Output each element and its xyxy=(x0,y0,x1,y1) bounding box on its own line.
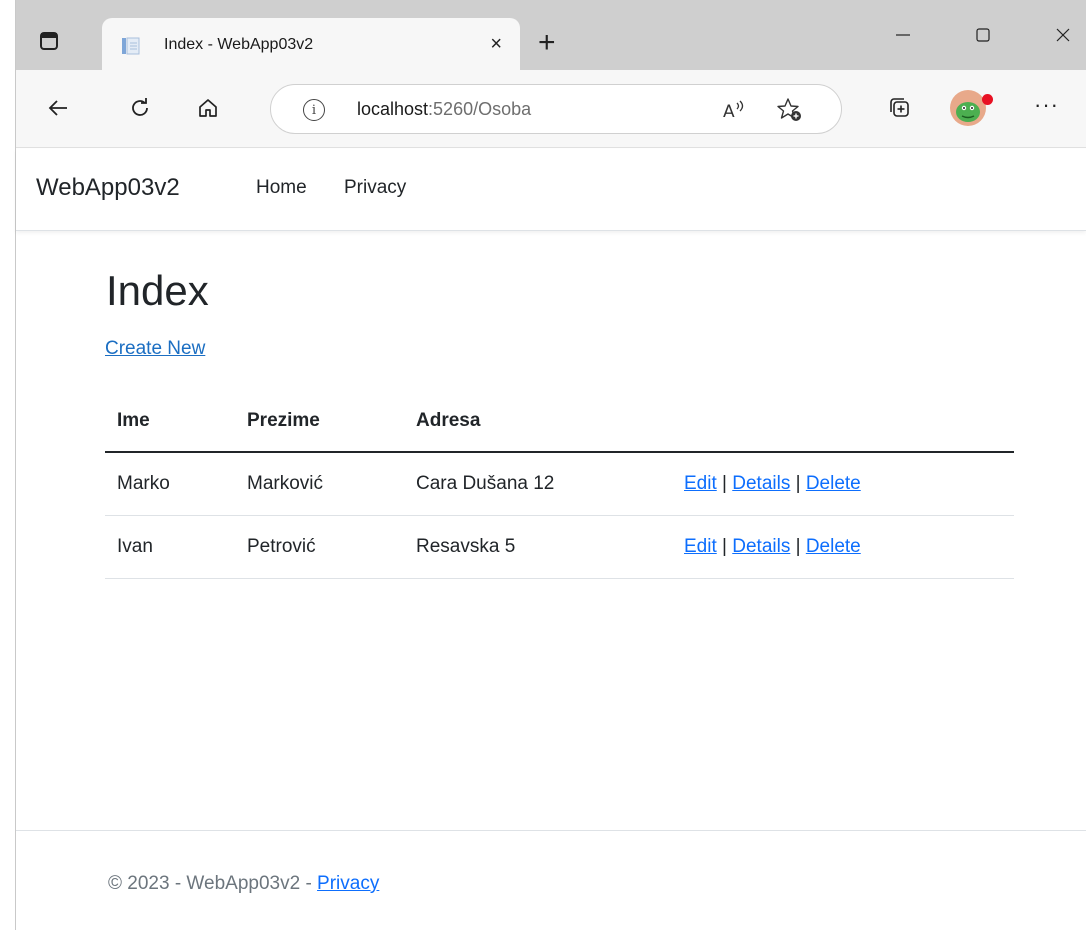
edit-link[interactable]: Edit xyxy=(684,536,717,557)
site-brand[interactable]: WebApp03v2 xyxy=(36,174,180,202)
more-icon[interactable]: ··· xyxy=(1034,92,1059,118)
action-separator: | xyxy=(795,473,801,494)
cell-adresa: Cara Dušana 12 xyxy=(416,473,555,494)
tab-title: Index - WebApp03v2 xyxy=(164,36,314,53)
table-row: Ivan Petrović Resavska 5 Edit | Details … xyxy=(105,516,1014,579)
row-actions: Edit | Details | Delete xyxy=(684,536,861,558)
footer-text: © 2023 - WebApp03v2 - Privacy xyxy=(108,873,379,895)
action-separator: | xyxy=(722,473,727,494)
desktop-edge xyxy=(0,0,16,930)
row-actions: Edit | Details | Delete xyxy=(684,473,861,495)
web-page: WebApp03v2 Home Privacy Index Create New… xyxy=(16,149,1086,930)
cell-prezime: Petrović xyxy=(247,536,316,557)
tab-close-icon[interactable]: × xyxy=(490,32,502,56)
close-icon[interactable] xyxy=(1048,20,1078,50)
address-bar[interactable]: i localhost:5260/Osoba A xyxy=(270,84,842,134)
cell-ime: Marko xyxy=(117,473,170,494)
delete-link[interactable]: Delete xyxy=(806,536,861,557)
home-icon[interactable] xyxy=(192,92,224,124)
edit-link[interactable]: Edit xyxy=(684,473,717,494)
cell-prezime: Marković xyxy=(247,473,324,494)
tab-actions-icon[interactable] xyxy=(38,30,60,52)
collections-icon[interactable] xyxy=(884,92,916,124)
url-text[interactable]: localhost:5260/Osoba xyxy=(357,99,531,120)
page-favicon-icon xyxy=(122,37,140,55)
back-icon[interactable] xyxy=(42,92,74,124)
footer-copyright: © 2023 - WebApp03v2 - xyxy=(108,873,318,894)
notification-dot xyxy=(982,94,993,105)
add-favorite-icon[interactable] xyxy=(777,97,803,123)
new-tab-button[interactable]: + xyxy=(538,28,556,58)
column-header-prezime: Prezime xyxy=(247,410,320,431)
column-header-adresa: Adresa xyxy=(416,410,481,431)
column-header-ime: Ime xyxy=(117,410,150,431)
footer-privacy-link[interactable]: Privacy xyxy=(317,873,379,894)
action-separator: | xyxy=(795,536,801,557)
page-title: Index xyxy=(106,267,209,314)
create-new-link[interactable]: Create New xyxy=(105,338,205,360)
table-row: Marko Marković Cara Dušana 12 Edit | Det… xyxy=(105,453,1014,516)
profile-avatar-icon[interactable] xyxy=(950,90,986,126)
browser-window: Index - WebApp03v2 × + i localhost:5260/… xyxy=(16,0,1086,930)
details-link[interactable]: Details xyxy=(732,473,790,494)
browser-toolbar: i localhost:5260/Osoba A ··· xyxy=(16,70,1086,148)
delete-link[interactable]: Delete xyxy=(806,473,861,494)
cell-ime: Ivan xyxy=(117,536,153,557)
cell-adresa: Resavska 5 xyxy=(416,536,516,557)
site-footer: © 2023 - WebApp03v2 - Privacy xyxy=(16,830,1086,930)
site-info-icon[interactable]: i xyxy=(303,99,325,121)
maximize-icon[interactable] xyxy=(968,20,998,50)
nav-link-home[interactable]: Home xyxy=(256,177,307,199)
url-path: :5260/Osoba xyxy=(428,99,532,119)
action-separator: | xyxy=(722,536,727,557)
nav-link-privacy[interactable]: Privacy xyxy=(344,177,406,199)
read-aloud-icon[interactable]: A xyxy=(721,97,747,123)
url-host: localhost xyxy=(357,99,429,119)
refresh-icon[interactable] xyxy=(124,92,156,124)
active-tab[interactable]: Index - WebApp03v2 × xyxy=(102,18,520,70)
site-navbar: WebApp03v2 Home Privacy xyxy=(16,149,1086,231)
minimize-icon[interactable] xyxy=(888,20,918,50)
svg-text:A: A xyxy=(723,102,735,121)
details-link[interactable]: Details xyxy=(732,536,790,557)
tab-bar: Index - WebApp03v2 × + xyxy=(16,0,1086,70)
